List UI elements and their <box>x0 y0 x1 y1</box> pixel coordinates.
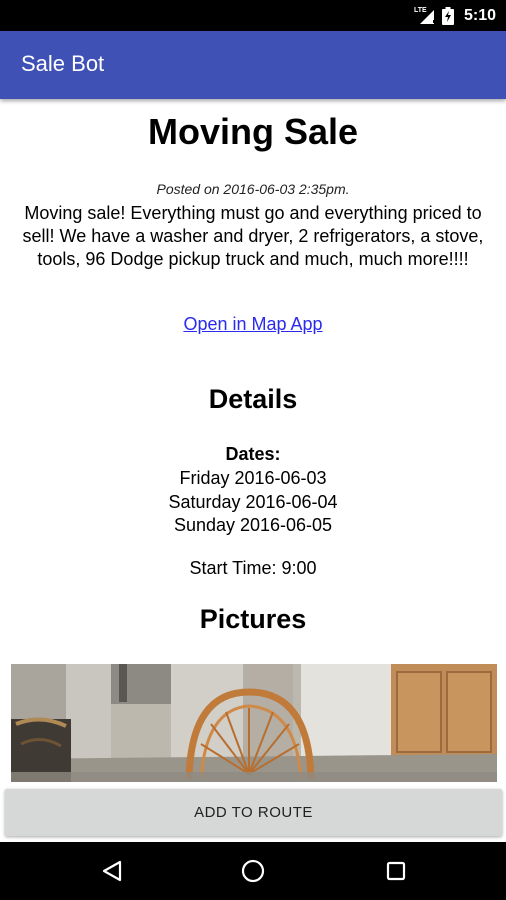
home-icon <box>241 859 265 883</box>
back-button[interactable] <box>82 842 142 900</box>
pictures-heading: Pictures <box>199 604 307 634</box>
posted-date: Posted on 2016-06-03 2:35pm. <box>156 181 350 197</box>
date-item: Sunday 2016-06-05 <box>173 515 333 535</box>
app-title: Sale Bot <box>21 51 105 76</box>
date-item: Saturday 2016-06-04 <box>168 491 338 512</box>
date-item: Friday 2016-06-03 <box>179 468 327 488</box>
back-icon <box>102 860 122 882</box>
status-icons: LTE 5:10 <box>414 0 496 31</box>
sale-title: Moving Sale <box>147 111 359 152</box>
map-link-row: Open in Map App <box>0 314 506 335</box>
signal-icon: LTE <box>414 7 436 24</box>
open-in-map-link[interactable]: Open in Map App <box>183 314 322 334</box>
clock: 5:10 <box>463 6 496 24</box>
dates-label: Dates: <box>225 444 281 464</box>
app-bar: Sale Bot <box>0 31 506 99</box>
navigation-bar <box>0 842 506 900</box>
status-bar: LTE 5:10 <box>0 0 506 31</box>
route-bar: ADD TO ROUTE <box>0 782 506 842</box>
recents-button[interactable] <box>366 842 426 900</box>
recents-icon <box>386 861 406 881</box>
add-to-route-button[interactable]: ADD TO ROUTE <box>5 789 502 836</box>
dates-list: Friday 2016-06-03 Saturday 2016-06-04 Su… <box>0 467 506 538</box>
sale-detail-content[interactable]: Moving Sale Posted on 2016-06-03 2:35pm.… <box>0 99 506 782</box>
home-button[interactable] <box>223 842 283 900</box>
battery-charging-icon <box>441 6 454 25</box>
details-heading: Details <box>208 384 298 414</box>
sale-description: Moving sale! Everything must go and ever… <box>22 203 484 269</box>
start-time: Start Time: 9:00 <box>189 558 317 578</box>
sale-photo-image <box>11 664 497 782</box>
sale-photo[interactable] <box>11 664 497 782</box>
